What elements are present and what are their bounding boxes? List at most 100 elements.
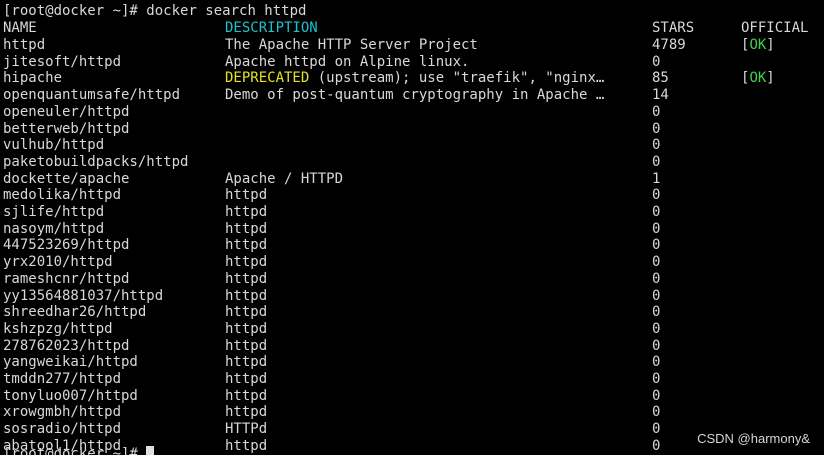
result-description-text: httpd (225, 254, 268, 271)
result-description: httpd (225, 288, 267, 305)
result-name: vulhub/httpd (3, 137, 105, 154)
result-row: kshzpzg/httpd httpd 0 (3, 321, 818, 338)
result-description-text: HTTPd (225, 421, 268, 438)
result-description-text: httpd (225, 304, 268, 321)
command-text: docker search httpd (146, 3, 307, 19)
result-description: httpd (225, 204, 267, 221)
result-row: sosradio/httpd HTTPd 0 (3, 421, 818, 438)
result-description-text: The Apache HTTP Server Project (225, 37, 478, 53)
result-row: tmddn277/httpd httpd 0 (3, 371, 818, 388)
result-name: kshzpzg/httpd (3, 320, 113, 337)
result-description: DEPRECATED (upstream); use "traefik", "n… (225, 70, 604, 87)
result-stars: 1 (652, 170, 661, 187)
result-row: rameshcnr/httpd httpd 0 (3, 271, 818, 288)
result-description-text: httpd (225, 204, 268, 220)
result-name: sosradio/httpd (3, 421, 122, 438)
official-bracket-close: ] (766, 70, 775, 87)
result-name: 447523269/httpd (3, 237, 130, 254)
result-stars: 0 (652, 337, 661, 354)
result-row: 278762023/httpd httpd 0 (3, 338, 818, 355)
result-name: rameshcnr/httpd (3, 270, 130, 287)
deprecated-flag: DEPRECATED (225, 70, 310, 87)
result-description: httpd (225, 271, 267, 288)
result-description: The Apache HTTP Server Project (225, 37, 478, 54)
result-row: yy13564881037/httpd httpd 0 (3, 288, 818, 305)
result-description: Apache httpd on Alpine linux. (225, 54, 469, 71)
result-stars: 0 (652, 270, 661, 287)
result-description: Apache / HTTPD (225, 171, 343, 188)
header-name: NAME (3, 20, 37, 36)
result-description: httpd (225, 404, 267, 421)
result-name: paketobuildpacks/httpd (3, 153, 189, 170)
result-row: jitesoft/httpd Apache httpd on Alpine lin… (3, 54, 818, 71)
result-stars: 0 (652, 320, 661, 337)
result-stars: 0 (652, 254, 661, 271)
result-name: openeuler/httpd (3, 103, 130, 120)
result-description-text: httpd (225, 387, 268, 404)
result-description: httpd (225, 187, 267, 204)
result-name: yrx2010/httpd (3, 254, 113, 271)
result-description-text: Apache httpd on Alpine linux. (225, 53, 470, 70)
result-stars: 0 (652, 153, 661, 170)
result-row: httpd The Apache HTTP Server Project 4789 [… (3, 37, 818, 54)
result-stars: 0 (652, 103, 661, 120)
result-row: tonyluo007/httpd httpd 0 (3, 388, 818, 405)
official-ok-badge: OK (749, 37, 767, 53)
result-stars: 14 (652, 87, 669, 104)
result-stars: 0 (652, 437, 661, 454)
result-row: openeuler/httpd 0 (3, 104, 818, 121)
result-stars: 0 (652, 53, 661, 70)
result-description: httpd (225, 371, 267, 388)
result-description-text: httpd (225, 237, 268, 254)
result-description-text: httpd (225, 404, 268, 421)
result-name: tmddn277/httpd (3, 371, 122, 387)
result-row: xrowgmbh/httpd httpd 0 (3, 404, 818, 421)
result-name: yangweikai/httpd (3, 354, 138, 371)
result-description-text: httpd (225, 270, 268, 287)
shell-prompt: [root@docker ~]# (3, 3, 147, 19)
result-row: dockette/apache Apache / HTTPD 1 (3, 171, 818, 188)
result-name: shreedhar26/httpd (3, 304, 147, 321)
result-row: nasoym/httpd httpd 0 (3, 221, 818, 238)
result-name: hipache (3, 70, 63, 87)
terminal-cursor (146, 446, 155, 455)
result-row: sjlife/httpd httpd 0 (3, 204, 818, 221)
result-name: yy13564881037/httpd (3, 287, 164, 304)
result-stars: 0 (652, 404, 661, 421)
result-description-text: httpd (225, 337, 268, 354)
result-row: paketobuildpacks/httpd 0 (3, 154, 818, 171)
result-stars: 0 (652, 120, 661, 137)
result-row: 447523269/httpd httpd 0 (3, 237, 818, 254)
result-description-text: (upstream); use "traefik", "nginx… (309, 70, 605, 87)
result-stars: 0 (652, 237, 661, 254)
result-description: httpd (225, 237, 267, 254)
result-name: tonyluo007/httpd (3, 387, 138, 404)
result-description: httpd (225, 354, 267, 371)
next-prompt-line: [root@docker ~]# (3, 446, 155, 455)
result-name: medolika/httpd (3, 187, 122, 204)
result-stars: 0 (652, 204, 661, 220)
result-stars: 0 (652, 421, 661, 438)
official-ok-badge: OK (749, 70, 767, 87)
result-stars: 0 (652, 287, 661, 304)
result-description-text: Demo of post-quantum cryptography in Apa… (225, 87, 605, 104)
watermark-text: CSDN @harmony& (697, 431, 810, 446)
result-stars: 0 (652, 220, 661, 237)
result-row: vulhub/httpd 0 (3, 137, 818, 154)
next-shell-prompt: [root@docker ~]# (3, 446, 147, 455)
terminal-window[interactable]: [root@docker ~]# docker search httpd NAM… (0, 0, 824, 455)
result-row: yrx2010/httpd httpd 0 (3, 254, 818, 271)
result-row: betterweb/httpd 0 (3, 121, 818, 138)
result-description: httpd (225, 388, 267, 405)
result-description-text: httpd (225, 220, 268, 237)
header-official: OFFICIAL (741, 20, 809, 36)
result-stars: 0 (652, 387, 661, 404)
result-row: hipache DEPRECATED (upstream); use "traef… (3, 70, 818, 87)
result-name: jitesoft/httpd (3, 53, 122, 70)
result-name: sjlife/httpd (3, 204, 105, 220)
result-row: medolika/httpd httpd 0 (3, 187, 818, 204)
result-stars: 0 (652, 187, 661, 204)
result-stars: 0 (652, 304, 661, 321)
result-name: nasoym/httpd (3, 220, 105, 237)
result-stars: 0 (652, 137, 661, 154)
